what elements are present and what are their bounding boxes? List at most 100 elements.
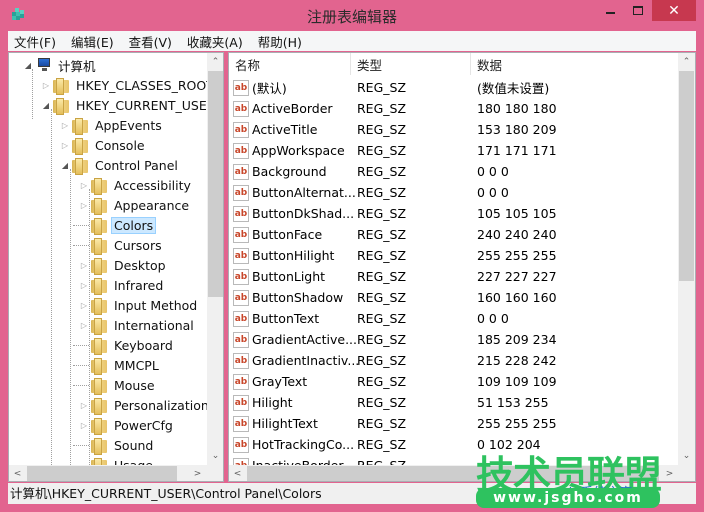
folder-icon [91, 297, 107, 315]
registry-value-row[interactable]: ab GradientInactiv... REG_SZ 215 228 242 [229, 350, 677, 371]
menu-view[interactable]: 查看(V) [123, 32, 178, 51]
close-icon: ✕ [668, 2, 680, 19]
tree-item[interactable]: ▷ HKEY_CLASSES_ROOT [41, 75, 217, 95]
registry-value-row[interactable]: ab ButtonText REG_SZ 0 0 0 [229, 308, 677, 329]
collapsed-arrow-icon[interactable]: ▷ [79, 180, 89, 190]
collapsed-arrow-icon[interactable]: ▷ [79, 280, 89, 290]
tree-item-label: PowerCfg [114, 417, 173, 433]
tree-item[interactable]: ▷ AppEvents [60, 115, 165, 135]
tree-item[interactable]: ▷ Console [60, 135, 148, 155]
registry-value-row[interactable]: ab HilightText REG_SZ 255 255 255 [229, 413, 677, 434]
collapsed-arrow-icon[interactable]: ▷ [79, 260, 89, 270]
tree-scroll-thumb[interactable] [208, 71, 223, 297]
minimize-button[interactable] [597, 0, 623, 21]
registry-value-row[interactable]: ab ButtonHilight REG_SZ 255 255 255 [229, 245, 677, 266]
list-scroll-thumb[interactable] [679, 71, 694, 281]
value-name: GradientInactiv... [252, 353, 360, 368]
title-bar[interactable]: 注册表编辑器 ✕ [0, 0, 704, 31]
tree-item[interactable]: ◢ HKEY_CURRENT_USER [41, 95, 218, 115]
folder-icon [91, 317, 107, 335]
scroll-left-arrow[interactable]: < [9, 465, 26, 481]
registry-value-row[interactable]: ab AppWorkspace REG_SZ 171 171 171 [229, 140, 677, 161]
value-type: REG_SZ [357, 269, 407, 284]
string-value-icon: ab [233, 142, 249, 159]
maximize-button[interactable] [624, 0, 651, 21]
tree-item-label: Control Panel [95, 157, 178, 173]
folder-icon [91, 397, 107, 415]
tree-item[interactable]: ▷ Accessibility [79, 175, 194, 195]
list-vertical-scrollbar[interactable]: ⌃ ⌄ [678, 53, 695, 465]
scroll-up-arrow[interactable]: ⌃ [207, 53, 223, 70]
scroll-right-arrow[interactable]: > [189, 465, 206, 481]
string-value-icon: ab [233, 415, 249, 432]
registry-value-row[interactable]: ab (默认) REG_SZ (数值未设置) [229, 77, 677, 98]
registry-value-row[interactable]: ab ButtonDkShad... REG_SZ 105 105 105 [229, 203, 677, 224]
column-header-name[interactable]: 名称 [229, 53, 351, 75]
column-header-data[interactable]: 数据 [471, 53, 677, 75]
registry-value-row[interactable]: ab Hilight REG_SZ 51 153 255 [229, 392, 677, 413]
tree-item[interactable]: ▷ Personalization [79, 395, 212, 415]
value-name-cell: ab (默认) [233, 78, 287, 97]
collapsed-arrow-icon[interactable]: ▷ [79, 400, 89, 410]
menu-favorites[interactable]: 收藏夹(A) [181, 32, 249, 51]
collapsed-arrow-icon[interactable]: ▷ [60, 140, 70, 150]
registry-values-pane[interactable]: 名称 类型 数据 ab (默认) REG_SZ (数值未设置) ab ActiveBord… [228, 52, 696, 482]
expanded-arrow-icon[interactable]: ◢ [41, 100, 51, 110]
collapsed-arrow-icon[interactable]: ▷ [79, 320, 89, 330]
scroll-left-arrow[interactable]: < [229, 465, 246, 481]
registry-value-row[interactable]: ab ActiveBorder REG_SZ 180 180 180 [229, 98, 677, 119]
tree-item-label: Desktop [114, 257, 166, 273]
tree-item[interactable]: ▷ PowerCfg [79, 415, 176, 435]
tree-item[interactable]: ▷ Input Method [79, 295, 200, 315]
menu-edit[interactable]: 编辑(E) [65, 32, 120, 51]
scroll-down-arrow[interactable]: ⌄ [207, 447, 223, 464]
registry-value-row[interactable]: ab ButtonAlternat... REG_SZ 0 0 0 [229, 182, 677, 203]
value-name: ActiveBorder [252, 101, 333, 116]
registry-value-row[interactable]: ab GrayText REG_SZ 109 109 109 [229, 371, 677, 392]
tree-item[interactable]: Cursors [73, 235, 165, 255]
collapsed-arrow-icon[interactable]: ▷ [41, 80, 51, 90]
tree-item[interactable]: MMCPL [73, 355, 162, 375]
expanded-arrow-icon[interactable]: ◢ [23, 60, 33, 70]
tree-item[interactable]: ▷ Infrared [79, 275, 166, 295]
value-name: ButtonDkShad... [252, 206, 355, 221]
collapsed-arrow-icon[interactable]: ▷ [60, 120, 70, 130]
registry-value-row[interactable]: ab Background REG_SZ 0 0 0 [229, 161, 677, 182]
expanded-arrow-icon[interactable]: ◢ [60, 160, 70, 170]
menu-file[interactable]: 文件(F) [8, 32, 62, 51]
folder-icon [91, 357, 107, 375]
registry-value-row[interactable]: ab ButtonFace REG_SZ 240 240 240 [229, 224, 677, 245]
menu-help[interactable]: 帮助(H) [252, 32, 308, 51]
tree-hscroll-thumb[interactable] [27, 466, 177, 481]
collapsed-arrow-icon[interactable]: ▷ [79, 200, 89, 210]
tree-item[interactable]: Mouse [73, 375, 158, 395]
collapsed-arrow-icon[interactable]: ▷ [79, 300, 89, 310]
tree-item[interactable]: Colors [73, 215, 157, 235]
tree-item-label: AppEvents [95, 117, 162, 133]
scroll-up-arrow[interactable]: ⌃ [678, 53, 695, 70]
column-header-type[interactable]: 类型 [351, 53, 471, 75]
registry-tree-pane[interactable]: ◢ 计算机 ▷ HKEY_CLASSES_ROOT ◢ HKEY_CURRENT_USER… [8, 52, 224, 482]
tree-item[interactable]: ◢ 计算机 [23, 55, 99, 75]
value-type: REG_SZ [357, 290, 407, 305]
tree-horizontal-scrollbar[interactable]: < > [9, 465, 223, 481]
registry-value-row[interactable]: ab ActiveTitle REG_SZ 153 180 209 [229, 119, 677, 140]
value-data: 185 209 234 [477, 332, 557, 347]
value-data: 153 180 209 [477, 122, 557, 137]
tree-item[interactable]: ▷ International [79, 315, 197, 335]
registry-value-row[interactable]: ab ButtonLight REG_SZ 227 227 227 [229, 266, 677, 287]
tree-vertical-scrollbar[interactable]: ⌃ ⌄ [207, 53, 223, 465]
tree-item[interactable]: ▷ Desktop [79, 255, 169, 275]
tree-item[interactable]: Keyboard [73, 335, 176, 355]
tree-item[interactable]: ◢ Control Panel [60, 155, 181, 175]
value-type: REG_SZ [357, 437, 407, 452]
registry-value-row[interactable]: ab GradientActive... REG_SZ 185 209 234 [229, 329, 677, 350]
tree-item[interactable]: Sound [73, 435, 156, 455]
collapsed-arrow-icon[interactable]: ▷ [79, 420, 89, 430]
close-button[interactable]: ✕ [652, 0, 696, 21]
tree-item[interactable]: ▷ Appearance [79, 195, 192, 215]
registry-value-row[interactable]: ab ButtonShadow REG_SZ 160 160 160 [229, 287, 677, 308]
value-name-cell: ab ButtonHilight [233, 247, 334, 264]
value-name: HilightText [252, 416, 318, 431]
tree-guide-line [70, 169, 71, 481]
